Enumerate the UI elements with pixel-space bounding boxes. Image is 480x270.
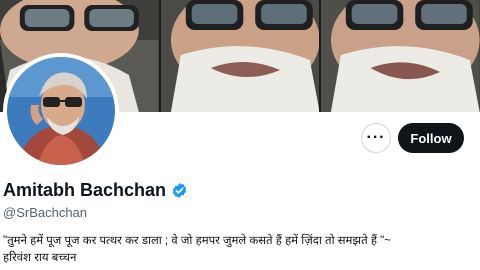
user-handle: @SrBachchan	[3, 205, 88, 220]
banner-panel-3	[319, 0, 480, 112]
more-options-button[interactable]: ···	[361, 123, 391, 153]
name-row: Amitabh Bachchan	[3, 180, 188, 201]
bio-line-2: हरिवंश राय बच्चन	[3, 252, 77, 264]
profile-bio: "तुमने हमें पूज पूज कर पत्थर कर डाला ; व…	[3, 233, 473, 267]
follow-button[interactable]: Follow	[398, 123, 464, 153]
verified-badge-icon	[171, 182, 188, 199]
display-name: Amitabh Bachchan	[3, 180, 167, 200]
profile-avatar[interactable]	[3, 53, 119, 169]
bio-line-1: "तुमने हमें पूज पूज कर पत्थर कर डाला ; व…	[3, 235, 391, 247]
more-options-icon: ···	[366, 129, 386, 146]
banner-panel-2	[158, 0, 320, 112]
